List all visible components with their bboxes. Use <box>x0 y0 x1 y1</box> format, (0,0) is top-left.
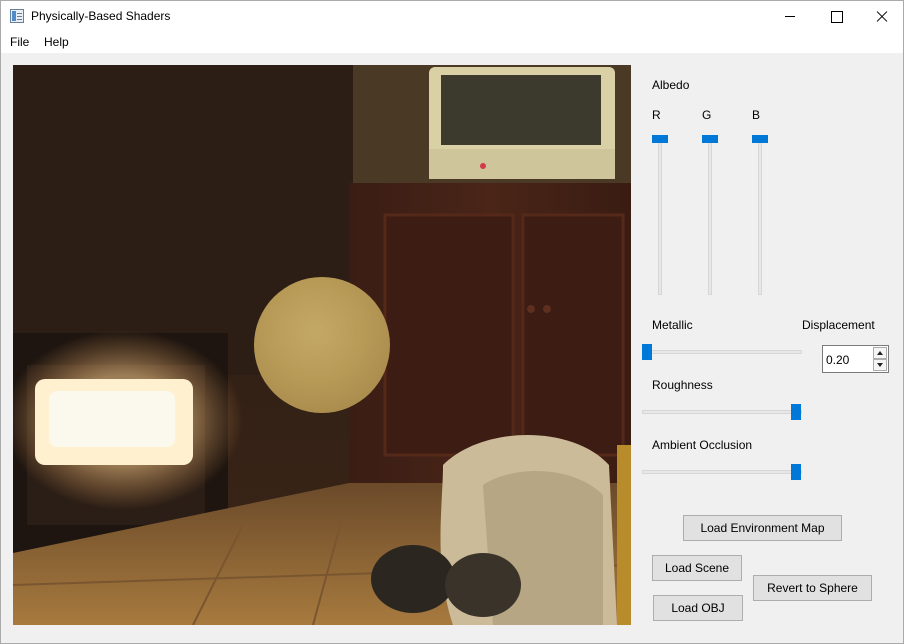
slider-groove <box>642 410 802 414</box>
revert-to-sphere-button[interactable]: Revert to Sphere <box>753 575 872 601</box>
albedo-g-label: G <box>702 108 712 122</box>
displacement-label: Displacement <box>802 318 875 332</box>
albedo-r-label: R <box>652 108 661 122</box>
load-scene-button[interactable]: Load Scene <box>652 555 742 581</box>
metallic-slider-handle[interactable] <box>642 344 652 360</box>
metallic-label: Metallic <box>652 318 693 332</box>
title-bar: Physically-Based Shaders <box>1 1 903 32</box>
app-window-icon <box>10 9 24 23</box>
roughness-slider-handle[interactable] <box>791 404 801 420</box>
load-obj-button[interactable]: Load OBJ <box>653 595 743 621</box>
spin-down-arrow-icon[interactable] <box>873 359 887 371</box>
slider-groove <box>758 135 762 295</box>
albedo-b-slider[interactable] <box>750 135 770 295</box>
menu-bar: File Help <box>1 32 903 53</box>
displacement-spinbox[interactable]: 0.20 <box>822 345 889 373</box>
albedo-g-slider[interactable] <box>700 135 720 295</box>
displacement-value[interactable]: 0.20 <box>826 353 849 367</box>
albedo-b-label: B <box>752 108 761 122</box>
metallic-slider[interactable] <box>642 342 802 362</box>
close-icon[interactable] <box>859 1 904 32</box>
maximize-icon[interactable] <box>813 1 859 32</box>
ambient-occlusion-slider-handle[interactable] <box>791 464 801 480</box>
render-viewport[interactable] <box>13 65 631 625</box>
roughness-slider[interactable] <box>642 402 802 422</box>
ambient-occlusion-slider[interactable] <box>642 462 802 482</box>
slider-groove <box>642 470 802 474</box>
slider-groove <box>642 350 802 354</box>
ambient-occlusion-label: Ambient Occlusion <box>652 438 753 452</box>
app-window: Physically-Based Shaders File Help Albed… <box>0 0 904 644</box>
menu-file[interactable]: File <box>9 35 30 49</box>
albedo-r-slider[interactable] <box>650 135 670 295</box>
albedo-g-slider-handle[interactable] <box>702 135 718 143</box>
slider-groove <box>708 135 712 295</box>
menu-help[interactable]: Help <box>43 35 70 49</box>
albedo-r-slider-handle[interactable] <box>652 135 668 143</box>
albedo-label: Albedo <box>652 78 690 92</box>
slider-groove <box>658 135 662 295</box>
spin-up-arrow-icon[interactable] <box>873 347 887 359</box>
roughness-label: Roughness <box>652 378 713 392</box>
albedo-b-slider-handle[interactable] <box>752 135 768 143</box>
minimize-icon[interactable] <box>767 1 813 32</box>
load-environment-map-button[interactable]: Load Environment Map <box>683 515 842 541</box>
preview-sphere[interactable] <box>254 277 390 413</box>
window-title: Physically-Based Shaders <box>31 9 171 23</box>
